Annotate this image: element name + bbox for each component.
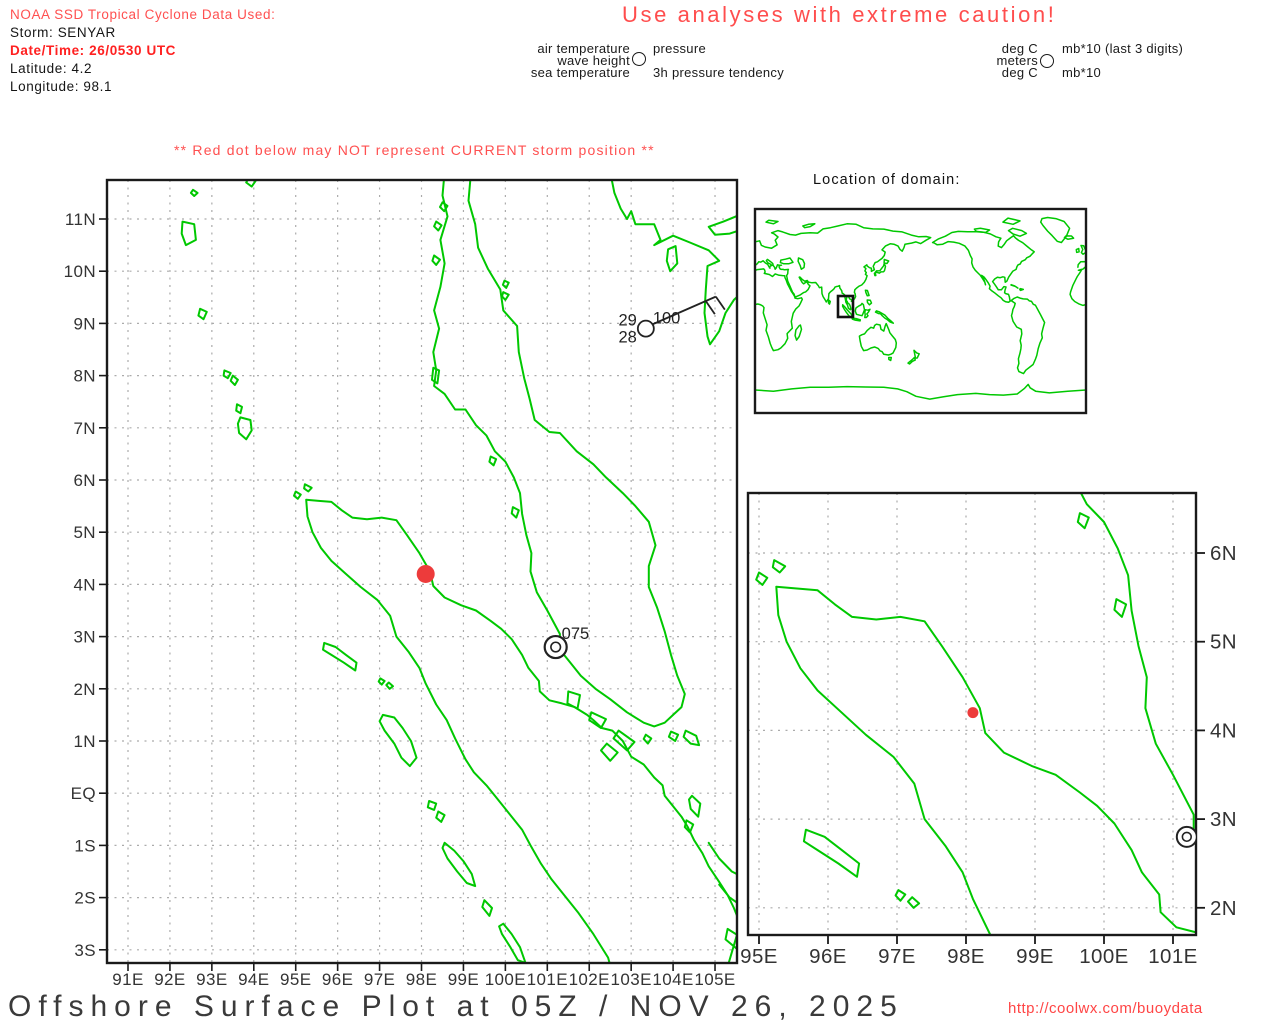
svg-text:99E: 99E xyxy=(1016,945,1054,968)
svg-text:4N: 4N xyxy=(73,575,96,594)
svg-text:97E: 97E xyxy=(878,945,916,968)
svg-text:99E: 99E xyxy=(448,970,479,989)
storm-position-dot-zoom xyxy=(967,707,978,718)
svg-text:96E: 96E xyxy=(809,945,847,968)
svg-text:97E: 97E xyxy=(364,970,395,989)
plot-title: Offshore Surface Plot at 05Z / NOV 26, 2… xyxy=(8,990,904,1024)
svg-text:94E: 94E xyxy=(238,970,269,989)
svg-text:100E: 100E xyxy=(1079,945,1128,968)
svg-text:3S: 3S xyxy=(74,941,96,960)
svg-text:10N: 10N xyxy=(64,262,96,281)
svg-text:5N: 5N xyxy=(73,523,96,542)
svg-text:EQ: EQ xyxy=(71,784,96,803)
world-map-frame xyxy=(755,209,1086,413)
source-url: http://coolwx.com/buoydata xyxy=(1008,1000,1203,1017)
svg-text:6N: 6N xyxy=(73,471,96,490)
svg-text:11N: 11N xyxy=(65,210,96,229)
svg-text:1S: 1S xyxy=(74,836,96,855)
svg-text:95E: 95E xyxy=(280,970,311,989)
svg-text:91E: 91E xyxy=(112,970,143,989)
svg-text:3N: 3N xyxy=(1210,808,1237,831)
svg-text:100E: 100E xyxy=(485,970,526,989)
svg-text:102E: 102E xyxy=(569,970,610,989)
svg-text:3N: 3N xyxy=(73,628,96,647)
buoy-station-075: 075 xyxy=(545,625,590,658)
svg-text:2N: 2N xyxy=(73,680,96,699)
map-canvas: 91E92E93E94E95E96E97E98E99E100E101E102E1… xyxy=(0,0,1280,1024)
svg-text:98E: 98E xyxy=(406,970,437,989)
svg-text:6N: 6N xyxy=(1210,542,1237,565)
storm-position-dot xyxy=(417,565,435,583)
svg-text:95E: 95E xyxy=(740,945,778,968)
svg-text:101E: 101E xyxy=(527,970,568,989)
svg-text:101E: 101E xyxy=(1148,945,1197,968)
svg-text:5N: 5N xyxy=(1210,631,1237,654)
svg-text:2N: 2N xyxy=(1210,897,1237,920)
svg-text:9N: 9N xyxy=(73,314,96,333)
svg-text:28: 28 xyxy=(618,329,636,347)
buoy-plot-page: { "header": { "source_line": "NOAA SSD T… xyxy=(0,0,1280,1024)
world-map-coastlines xyxy=(755,218,1086,400)
svg-text:1N: 1N xyxy=(73,732,96,751)
svg-text:075: 075 xyxy=(562,625,590,643)
svg-text:92E: 92E xyxy=(154,970,185,989)
svg-text:29: 29 xyxy=(618,312,636,330)
svg-text:7N: 7N xyxy=(73,419,96,438)
svg-text:2S: 2S xyxy=(74,889,96,908)
svg-text:4N: 4N xyxy=(1210,719,1237,742)
svg-text:104E: 104E xyxy=(652,970,693,989)
svg-text:105E: 105E xyxy=(694,970,735,989)
main-map-coastlines xyxy=(182,172,743,981)
zoom-map-markers xyxy=(967,707,1196,847)
svg-text:96E: 96E xyxy=(322,970,353,989)
svg-text:8N: 8N xyxy=(73,367,96,386)
svg-text:103E: 103E xyxy=(611,970,652,989)
svg-text:98E: 98E xyxy=(947,945,985,968)
svg-text:93E: 93E xyxy=(196,970,227,989)
